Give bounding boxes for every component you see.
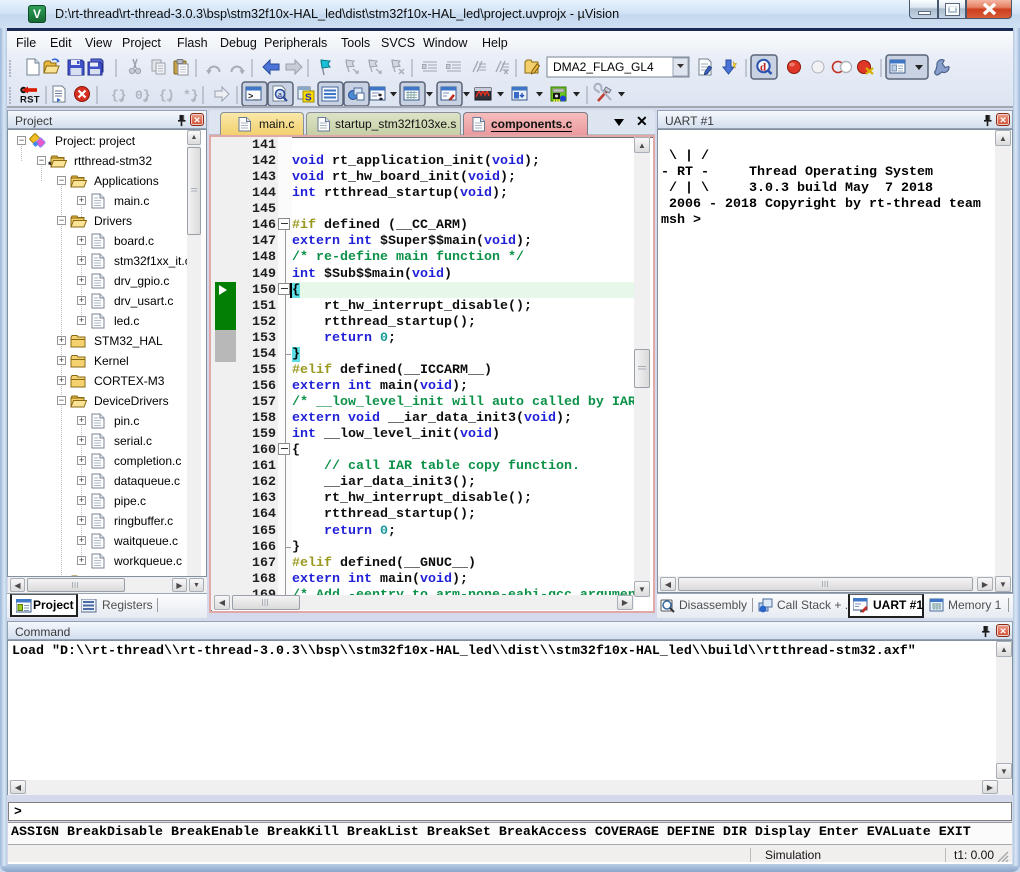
svg-text:>_: >_ <box>248 92 259 102</box>
svg-text:a: a <box>278 92 282 99</box>
svg-text:d: d <box>760 62 766 74</box>
svg-text:*}: *} <box>183 88 199 103</box>
svg-text:RST: RST <box>20 95 40 106</box>
svg-text:0}: 0} <box>135 88 151 103</box>
svg-text:S: S <box>305 93 312 104</box>
svg-text:{}: {} <box>111 88 127 103</box>
svg-text:*: * <box>48 160 52 169</box>
svg-text:DMA2_FLAG_GL4: DMA2_FLAG_GL4 <box>553 60 654 74</box>
svg-text:{): {) <box>159 88 175 103</box>
